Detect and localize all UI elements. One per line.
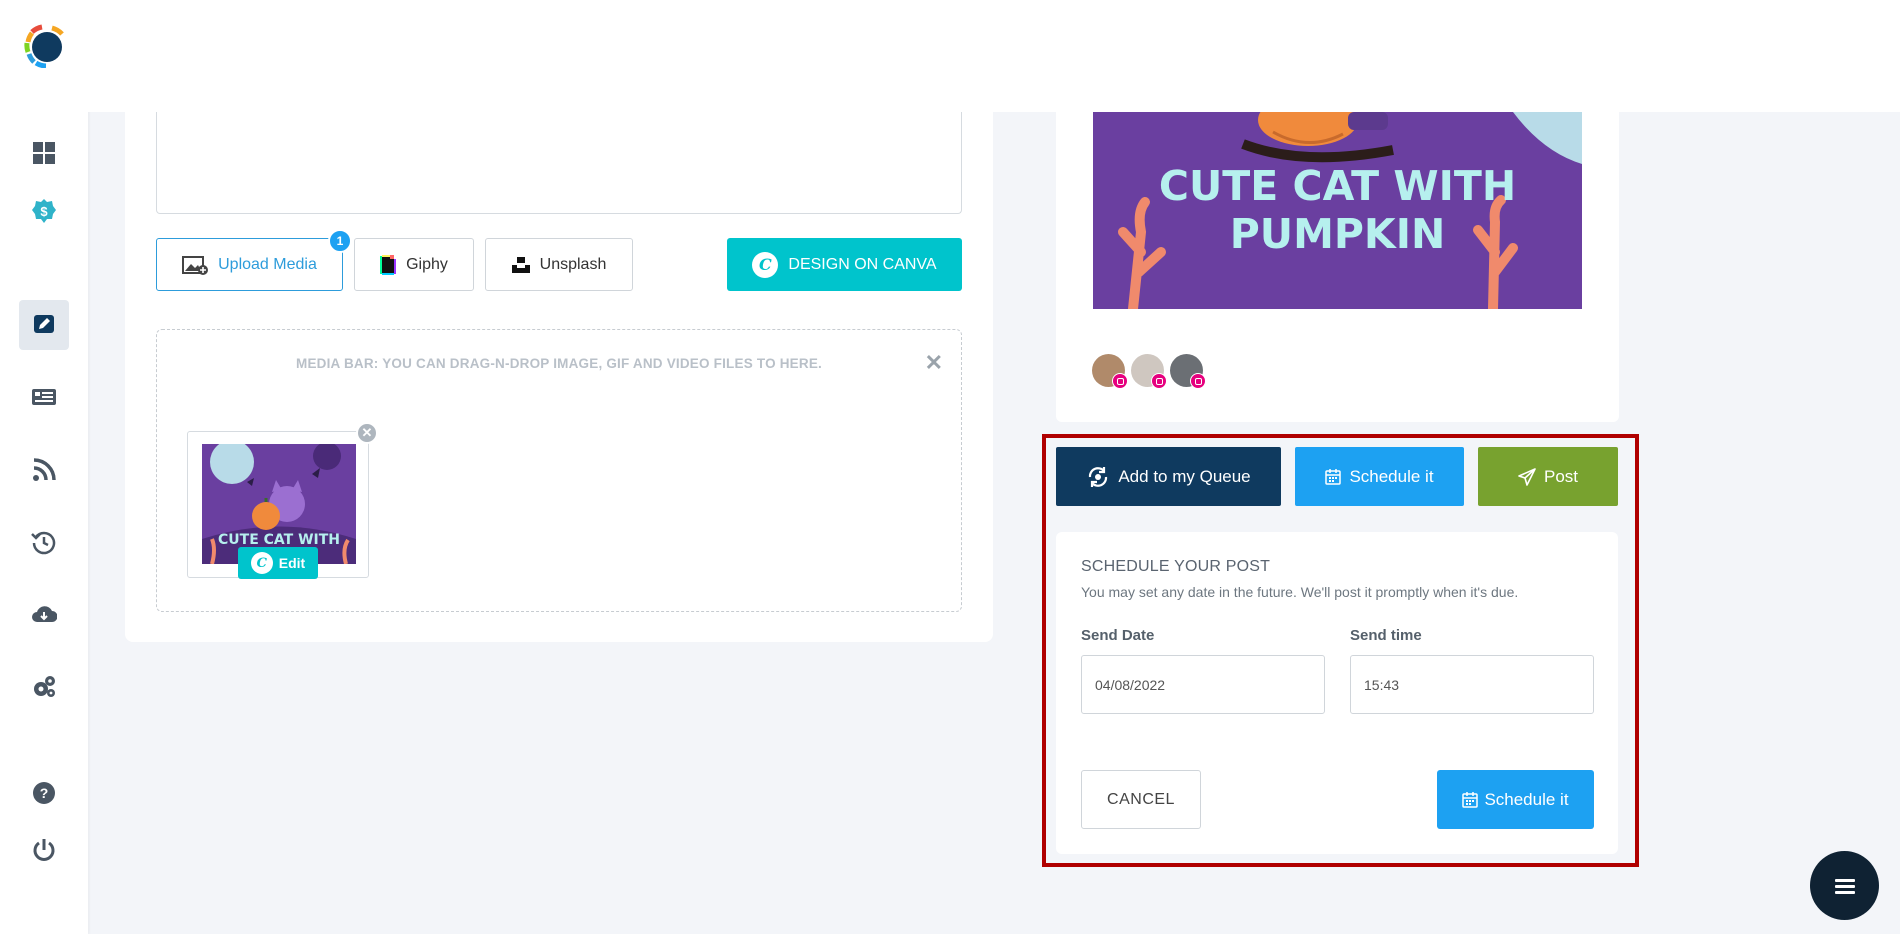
canva-icon: C bbox=[250, 552, 273, 574]
edit-label: Edit bbox=[278, 555, 306, 571]
edit-in-canva-button[interactable]: C Edit bbox=[238, 547, 318, 579]
media-bar-hint: MEDIA BAR: YOU CAN DRAG-N-DROP IMAGE, GI… bbox=[296, 356, 822, 371]
design-on-canva-button[interactable]: C DESIGN ON CANVA bbox=[727, 238, 962, 291]
unsplash-icon bbox=[511, 256, 530, 273]
compose-icon[interactable] bbox=[19, 300, 69, 350]
cloud-download-icon[interactable] bbox=[19, 590, 69, 640]
preview-title-line2: PUMPKIN bbox=[1229, 210, 1446, 258]
avatar[interactable] bbox=[1092, 354, 1128, 389]
svg-text:?: ? bbox=[40, 785, 49, 801]
app-logo[interactable] bbox=[24, 24, 66, 69]
calendar-icon bbox=[1325, 469, 1342, 485]
thumb-caption: CUTE CAT WITH bbox=[218, 532, 340, 548]
upload-media-button[interactable]: Upload Media 1 bbox=[156, 229, 352, 291]
post-preview-card: CUTE CAT WITH PUMPKIN bbox=[1056, 112, 1619, 422]
cat-pumpkin-thumbnail-image: CUTE CAT WITH bbox=[202, 444, 356, 564]
post-editor-card: Upload Media 1 Giphy Unsplash C DESIGN O… bbox=[125, 112, 993, 642]
instagram-icon bbox=[1151, 373, 1167, 389]
schedule-it-tab-button[interactable]: Schedule it bbox=[1295, 447, 1464, 506]
schedule-it-submit-label: Schedule it bbox=[1484, 789, 1569, 809]
top-header bbox=[88, 0, 1900, 112]
giphy-button[interactable]: Giphy bbox=[354, 238, 474, 291]
preview-title-line1: CUTE CAT WITH bbox=[1158, 162, 1517, 210]
send-icon bbox=[1518, 467, 1536, 486]
schedule-title: SCHEDULE YOUR POST bbox=[1081, 558, 1271, 575]
image-upload-icon bbox=[182, 255, 209, 275]
preview-image-title: CUTE CAT WITH PUMPKIN bbox=[1093, 162, 1582, 258]
unsplash-button[interactable]: Unsplash bbox=[485, 238, 633, 291]
schedule-subtitle: You may set any date in the future. We'l… bbox=[1081, 584, 1519, 600]
menu-fab-button[interactable] bbox=[1810, 851, 1879, 920]
svg-text:$: $ bbox=[40, 204, 48, 219]
cancel-button[interactable]: CANCEL bbox=[1081, 770, 1201, 829]
post-button[interactable]: Post bbox=[1478, 447, 1618, 506]
avatar[interactable] bbox=[1131, 354, 1167, 389]
send-date-label: Send Date bbox=[1081, 627, 1155, 644]
schedule-it-button[interactable]: Schedule it bbox=[1437, 770, 1594, 829]
upload-media-label: Upload Media bbox=[218, 255, 317, 273]
dashboard-icon[interactable] bbox=[19, 128, 69, 178]
media-bar-dropzone[interactable]: MEDIA BAR: YOU CAN DRAG-N-DROP IMAGE, GI… bbox=[156, 329, 962, 612]
schedule-panel: SCHEDULE YOUR POST You may set any date … bbox=[1056, 532, 1618, 854]
rss-icon[interactable] bbox=[19, 445, 69, 495]
send-date-input[interactable]: 04/08/2022 bbox=[1081, 655, 1325, 714]
help-icon[interactable]: ? bbox=[19, 768, 69, 818]
send-time-label: Send time bbox=[1350, 627, 1422, 644]
unsplash-label: Unsplash bbox=[539, 255, 607, 273]
giphy-icon bbox=[380, 254, 397, 275]
history-icon[interactable] bbox=[19, 517, 69, 567]
schedule-it-label: Schedule it bbox=[1349, 466, 1434, 486]
power-icon[interactable] bbox=[19, 825, 69, 875]
close-icon[interactable]: ✕ bbox=[925, 350, 943, 376]
add-to-queue-label: Add to my Queue bbox=[1118, 466, 1251, 486]
billing-icon[interactable]: $ bbox=[19, 186, 69, 236]
feed-icon[interactable] bbox=[19, 372, 69, 422]
media-thumbnail[interactable]: CUTE CAT WITH ✕ C Edit bbox=[187, 422, 378, 579]
giphy-label: Giphy bbox=[406, 255, 448, 273]
instagram-icon bbox=[1112, 373, 1128, 389]
send-time-input[interactable]: 15:43 bbox=[1350, 655, 1594, 714]
remove-media-icon[interactable]: ✕ bbox=[356, 422, 378, 444]
preview-image: CUTE CAT WITH PUMPKIN bbox=[1093, 112, 1582, 309]
sidebar: $ ? bbox=[0, 0, 88, 934]
upload-count-badge: 1 bbox=[328, 229, 352, 253]
avatar[interactable] bbox=[1170, 354, 1206, 389]
post-text-input[interactable] bbox=[156, 112, 962, 214]
hamburger-menu-icon bbox=[1834, 878, 1855, 894]
canva-label: DESIGN ON CANVA bbox=[788, 255, 937, 273]
post-label: Post bbox=[1543, 466, 1579, 486]
calendar-icon bbox=[1462, 792, 1479, 808]
queue-refresh-icon bbox=[1089, 466, 1108, 487]
selected-accounts bbox=[1092, 354, 1206, 389]
canva-icon: C bbox=[752, 251, 779, 278]
instagram-icon bbox=[1190, 373, 1206, 389]
add-to-queue-button[interactable]: Add to my Queue bbox=[1056, 447, 1281, 506]
settings-icon[interactable] bbox=[19, 662, 69, 712]
